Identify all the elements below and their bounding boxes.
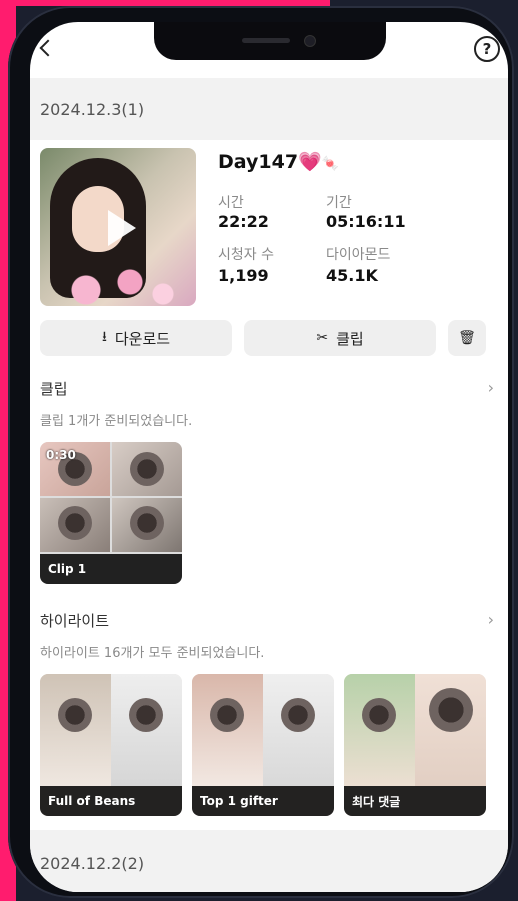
person-silhouette <box>210 698 244 732</box>
highlights-chevron-right-icon[interactable]: › <box>488 610 494 629</box>
highlight-right-frame <box>111 674 182 786</box>
candy-icon: 🍬 <box>321 156 340 172</box>
highlight-label: 최다 댓글 <box>344 786 486 816</box>
clips-section-title[interactable]: 클립 <box>40 378 68 399</box>
speaker-grille <box>242 38 290 43</box>
back-icon[interactable] <box>39 39 57 57</box>
stat-value-time: 22:22 <box>218 212 269 231</box>
highlights-subtitle: 하이라이트 16개가 모두 준비되었습니다. <box>40 646 265 661</box>
highlights-section-title[interactable]: 하이라이트 <box>40 610 109 631</box>
date-header-text: 2024.12.3(1) <box>40 100 145 119</box>
clip-button[interactable]: ✂ 클립 <box>244 320 436 356</box>
help-icon[interactable]: ? <box>474 36 500 62</box>
person-silhouette <box>130 452 164 486</box>
scissors-icon: ✂ <box>316 330 329 346</box>
session-thumbnail[interactable] <box>40 148 196 306</box>
clip-card[interactable]: 0:30 Clip 1 <box>40 442 182 584</box>
stat-label-diamonds: 다이아몬드 <box>326 247 391 263</box>
person-silhouette <box>281 698 315 732</box>
clip-label: 클립 <box>336 329 364 348</box>
person-silhouette <box>429 688 473 732</box>
person-silhouette <box>362 698 396 732</box>
stat-value-viewers: 1,199 <box>218 266 269 285</box>
thumbnail-flowers <box>64 266 174 306</box>
person-silhouette <box>129 698 163 732</box>
stat-label-time: 시간 <box>218 195 244 211</box>
session-title: Day147💗🍬 <box>218 150 339 173</box>
camera-icon <box>304 35 316 47</box>
download-label: 다운로드 <box>114 329 171 348</box>
person-silhouette <box>130 506 164 540</box>
date-header: 2024.12.3(1) <box>30 78 508 140</box>
clips-subtitle: 클립 1개가 준비되었습니다. <box>40 414 193 429</box>
download-icon: ⭳ <box>101 329 107 345</box>
play-icon[interactable] <box>108 210 136 246</box>
download-button[interactable]: ⭳ 다운로드 <box>40 320 232 356</box>
app-screen: ? 2024.12.3(1) Day147💗🍬 시간 22:22 기간 05:1… <box>30 22 508 892</box>
clip-label: Clip 1 <box>40 554 182 584</box>
highlight-label: Full of Beans <box>40 786 182 816</box>
highlight-card[interactable]: 최다 댓글 <box>344 674 486 816</box>
highlight-left-frame <box>192 674 263 786</box>
stat-value-diamonds: 45.1K <box>326 266 378 285</box>
highlight-label: Top 1 gifter <box>192 786 334 816</box>
clip-grid-cell <box>112 498 182 552</box>
highlight-right-frame <box>415 674 486 786</box>
stat-value-duration: 05:16:11 <box>326 212 406 231</box>
stat-label-viewers: 시청자 수 <box>218 247 274 263</box>
highlight-left-frame <box>344 674 415 786</box>
delete-button[interactable]: 🗑 <box>448 320 486 356</box>
clip-time-badge: 0:30 <box>46 448 76 462</box>
next-date-header-text: 2024.12.2(2) <box>40 854 145 873</box>
stat-label-duration: 기간 <box>326 195 352 211</box>
clip-grid-cell <box>112 442 182 496</box>
trash-icon: 🗑 <box>458 330 476 346</box>
highlight-card[interactable]: Top 1 gifter <box>192 674 334 816</box>
person-silhouette <box>58 506 92 540</box>
session-title-text: Day147 <box>218 151 299 173</box>
phone-frame: ? 2024.12.3(1) Day147💗🍬 시간 22:22 기간 05:1… <box>8 6 514 898</box>
clip-grid-cell <box>40 498 110 552</box>
highlight-left-frame <box>40 674 111 786</box>
next-date-header: 2024.12.2(2) <box>30 830 508 892</box>
person-silhouette <box>58 698 92 732</box>
heart-icon: 💗 <box>298 151 322 173</box>
clips-chevron-right-icon[interactable]: › <box>488 378 494 397</box>
phone-notch <box>154 22 386 60</box>
highlight-right-frame <box>263 674 334 786</box>
highlight-card[interactable]: Full of Beans <box>40 674 182 816</box>
